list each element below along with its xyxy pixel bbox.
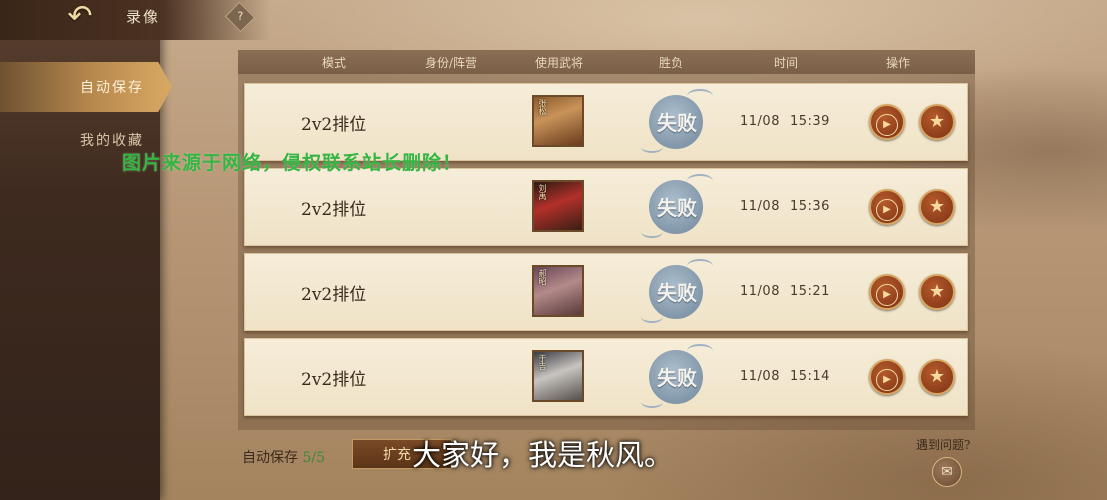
play-icon: ▶ [876,114,898,136]
play-button[interactable]: ▶ [869,104,905,140]
favorite-button[interactable]: ★ [919,359,955,395]
mode-label: 2v2排位 [301,200,367,220]
back-arrow-icon[interactable]: ↶ [58,2,102,32]
autosave-label: 自动保存 [242,450,298,466]
favorite-button[interactable]: ★ [919,104,955,140]
general-name-tag: 张松 [538,99,547,115]
result-badge: 失败 [639,259,719,323]
general-avatar: 刘禹 [532,180,584,232]
help-button[interactable]: ? [224,1,256,33]
play-icon: ▶ [876,199,898,221]
mode-label: 2v2排位 [301,285,367,305]
question-icon: ? [237,10,243,23]
table-header: 模式 身份/阵营 使用武将 胜负 时间 操作 [238,50,975,74]
column-header-time: 时间 [774,56,799,70]
column-header-identity: 身份/阵营 [425,56,478,70]
replay-time: 11/08 15:39 [740,114,830,129]
replay-date: 11/08 [740,369,780,384]
play-icon: ▶ [876,369,898,391]
general-name-tag: 刘禹 [538,184,547,200]
tab-autosave-label: 自动保存 [80,80,144,96]
result-text: 失败 [657,196,697,220]
play-button[interactable]: ▶ [869,189,905,225]
page-title: 录像 [126,8,161,26]
replay-time: 11/08 15:14 [740,369,830,384]
replay-time: 11/08 15:21 [740,284,830,299]
replay-clock: 15:36 [789,199,830,214]
replay-time: 11/08 15:36 [740,199,830,214]
favorite-button[interactable]: ★ [919,189,955,225]
replay-date: 11/08 [740,114,780,129]
play-button[interactable]: ▶ [869,274,905,310]
mode-label: 2v2排位 [301,115,367,135]
star-icon: ★ [928,196,946,217]
feedback-icon[interactable]: ✉ [932,457,962,487]
general-avatar: 郝昭 [532,265,584,317]
tab-favorites-label: 我的收藏 [80,133,144,149]
result-text: 失败 [657,366,697,390]
general-avatar: 于吉 [532,350,584,402]
table-row: 2v2排位 刘禹 失败 11/08 15:36 ▶ ★ [244,168,968,246]
help-link[interactable]: 遇到问题? [916,436,970,453]
play-icon: ▶ [876,284,898,306]
result-text: 失败 [657,281,697,305]
general-name-tag: 郝昭 [538,269,547,285]
result-text: 失败 [657,111,697,135]
replay-clock: 15:14 [789,369,830,384]
top-bar: ↶ 录像 ? [0,0,270,40]
column-header-actions: 操作 [886,56,911,70]
general-avatar: 张松 [532,95,584,147]
result-badge: 失败 [639,89,719,153]
tab-autosave[interactable]: 自动保存 [0,62,172,112]
replay-date: 11/08 [740,284,780,299]
column-header-general: 使用武将 [535,56,584,70]
star-icon: ★ [928,281,946,302]
column-header-mode: 模式 [322,56,347,70]
mode-label: 2v2排位 [301,370,367,390]
autosave-count: 5/5 [302,450,325,466]
result-badge: 失败 [639,174,719,238]
table-row: 2v2排位 于吉 失败 11/08 15:14 ▶ ★ [244,338,968,416]
column-header-result: 胜负 [659,56,684,70]
autosave-status: 自动保存 5/5 [242,447,325,467]
replay-date: 11/08 [740,199,780,214]
watermark: 图片来源于网络，侵权联系站长删除！ [122,152,463,174]
star-icon: ★ [928,366,946,387]
play-button[interactable]: ▶ [869,359,905,395]
favorite-button[interactable]: ★ [919,274,955,310]
replay-clock: 15:21 [789,284,830,299]
star-icon: ★ [928,111,946,132]
video-subtitle: 大家好，我是秋风。 [412,438,674,472]
general-name-tag: 于吉 [538,354,547,370]
result-badge: 失败 [639,344,719,408]
table-row: 2v2排位 郝昭 失败 11/08 15:21 ▶ ★ [244,253,968,331]
replay-clock: 15:39 [789,114,830,129]
